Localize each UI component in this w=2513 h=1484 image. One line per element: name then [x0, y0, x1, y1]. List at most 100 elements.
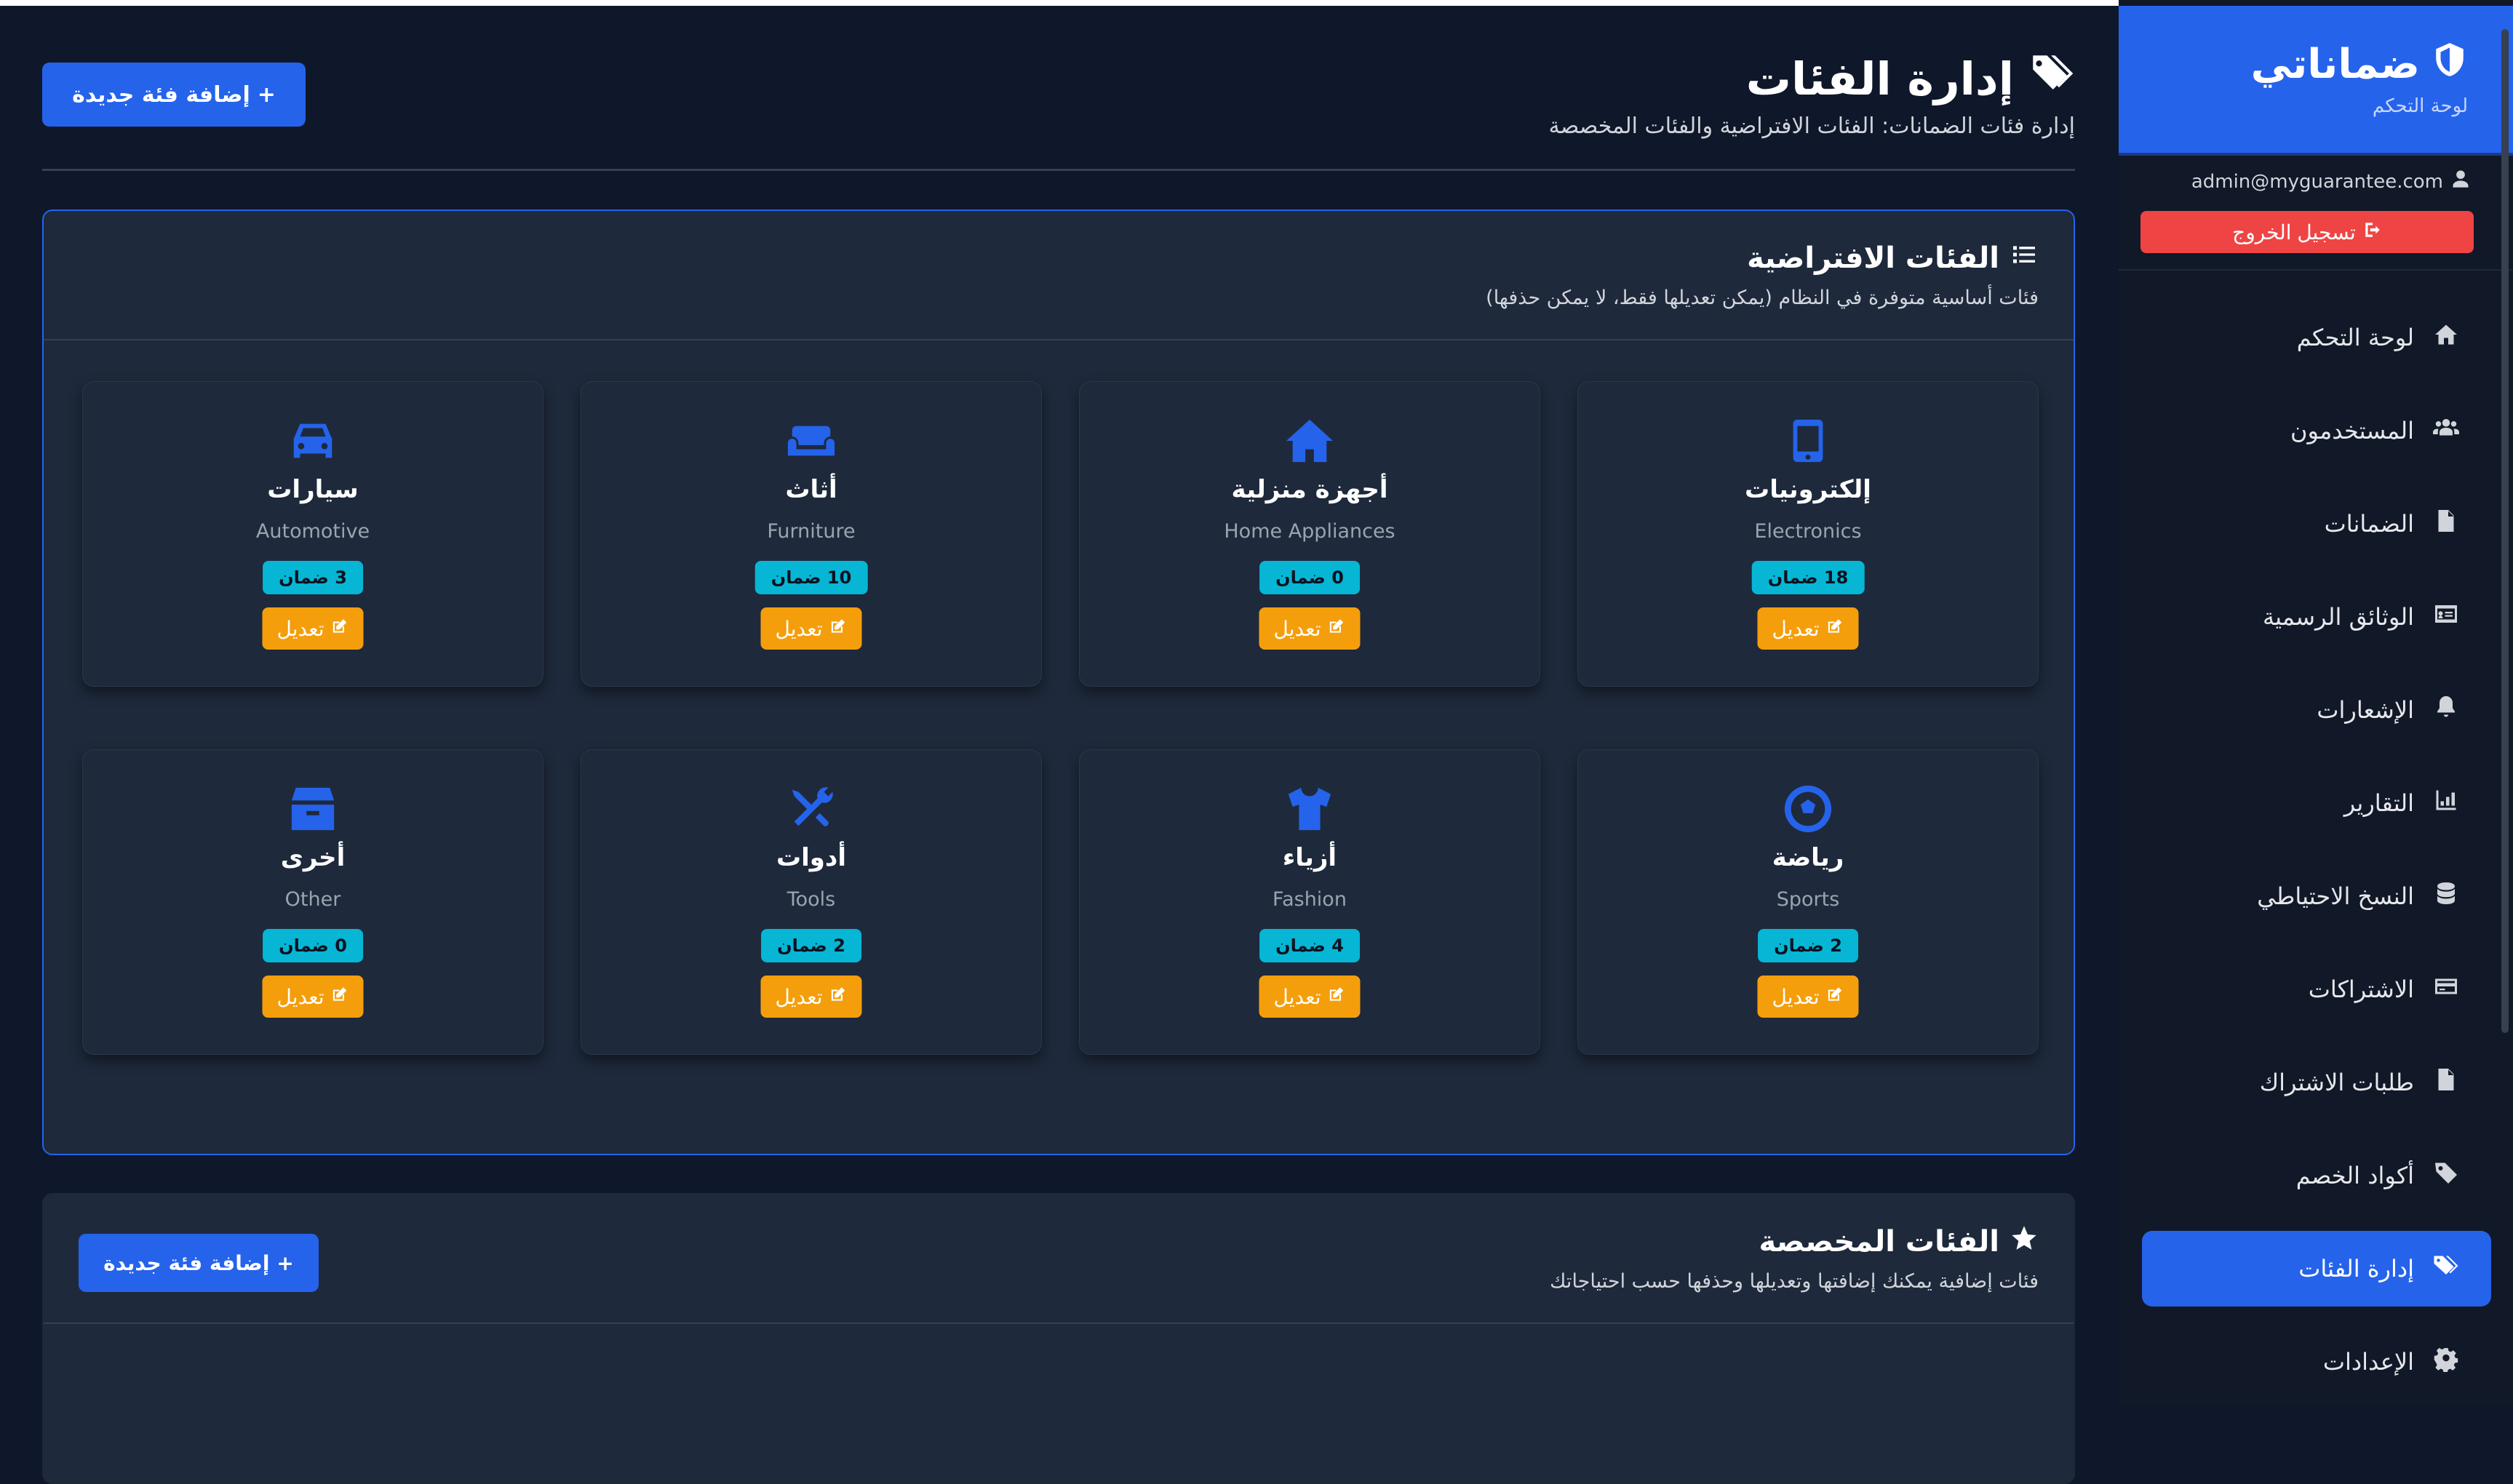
sidebar-scrollbar[interactable] — [2501, 29, 2509, 1033]
warranty-count-badge: 18 ضمان — [1751, 561, 1865, 594]
edit-category-button[interactable]: تعديل — [760, 976, 862, 1018]
custom-categories-panel: الفئات المخصصة فئات إضافية يمكنك إضافتها… — [42, 1193, 2075, 1484]
sidebar-item-settings[interactable]: الإعدادات — [2142, 1324, 2491, 1400]
main-content: إدارة الفئات إدارة فئات الضمانات: الفئات… — [0, 6, 2119, 1484]
category-english-name: Electronics — [1754, 520, 1862, 543]
edit-category-button[interactable]: تعديل — [760, 607, 862, 650]
sidebar-item-notifications[interactable]: الإشعارات — [2142, 672, 2491, 748]
section-title: الفئات المخصصة — [1550, 1224, 2039, 1260]
house-icon — [1284, 415, 1335, 468]
credit-card-icon — [2433, 973, 2459, 1005]
sidebar-brand: ضماناتي لوحة التحكم — [2119, 6, 2513, 156]
page-subtitle: إدارة فئات الضمانات: الفئات الافتراضية و… — [1548, 113, 2075, 139]
edit-icon — [330, 617, 349, 641]
couch-icon — [786, 415, 837, 468]
user-icon — [2450, 169, 2471, 194]
category-card: أزياء Fashion 4 ضمان تعديل — [1079, 749, 1540, 1055]
category-card: أجهزة منزلية Home Appliances 0 ضمان تعدي… — [1079, 381, 1540, 687]
category-name: أدوات — [776, 843, 847, 872]
sidebar-item-dashboard[interactable]: لوحة التحكم — [2142, 300, 2491, 375]
category-name: أخرى — [280, 843, 346, 872]
invoice-icon — [2433, 1066, 2459, 1098]
warranty-count-badge: 10 ضمان — [754, 561, 868, 594]
tags-icon — [2433, 1253, 2459, 1285]
sidebar-item-reports[interactable]: التقارير — [2142, 765, 2491, 841]
tools-icon — [786, 783, 837, 836]
tags-icon — [2027, 49, 2075, 108]
shield-icon — [2432, 41, 2468, 88]
category-english-name: Fashion — [1273, 888, 1347, 911]
add-custom-category-button[interactable]: + إضافة فئة جديدة — [79, 1234, 319, 1292]
category-name: أزياء — [1282, 843, 1337, 872]
shirt-icon — [1284, 783, 1335, 836]
category-card: رياضة Sports 2 ضمان تعديل — [1577, 749, 2039, 1055]
logout-button[interactable]: تسجيل الخروج — [2140, 211, 2474, 253]
edit-category-button[interactable]: تعديل — [1259, 976, 1361, 1018]
category-english-name: Automotive — [255, 520, 370, 543]
sidebar-item-discount-codes[interactable]: أكواد الخصم — [2142, 1138, 2491, 1213]
list-icon — [2010, 240, 2039, 276]
database-icon — [2433, 880, 2459, 912]
category-english-name: Other — [284, 888, 341, 911]
category-name: سيارات — [267, 475, 359, 504]
section-description: فئات أساسية متوفرة في النظام (يمكن تعديل… — [1486, 287, 2039, 309]
edit-category-button[interactable]: تعديل — [1259, 607, 1361, 650]
section-title: الفئات الافتراضية — [1486, 240, 2039, 276]
category-card: أخرى Other 0 ضمان تعديل — [82, 749, 543, 1055]
default-categories-panel: الفئات الافتراضية فئات أساسية متوفرة في … — [42, 210, 2075, 1155]
category-card: أثاث Furniture 10 ضمان تعديل — [581, 381, 1042, 687]
edit-category-button[interactable]: تعديل — [262, 607, 364, 650]
sidebar-item-subscriptions[interactable]: الاشتراكات — [2142, 952, 2491, 1027]
plus-icon: + — [257, 81, 276, 108]
sidebar-item-documents[interactable]: الوثائق الرسمية — [2142, 579, 2491, 655]
edit-icon — [829, 617, 848, 641]
user-info: admin@myguarantee.com — [2191, 169, 2471, 194]
edit-category-button[interactable]: تعديل — [262, 976, 364, 1018]
sidebar-item-backup[interactable]: النسخ الاحتياطي — [2142, 858, 2491, 934]
chart-icon — [2433, 787, 2459, 819]
category-card: إلكترونيات Electronics 18 ضمان تعديل — [1577, 381, 2039, 687]
users-icon — [2433, 415, 2459, 447]
category-name: رياضة — [1772, 843, 1844, 872]
sidebar: ضماناتي لوحة التحكم admin@myguarantee.co… — [2119, 0, 2513, 1405]
warranty-count-badge: 2 ضمان — [761, 929, 861, 962]
warranty-count-badge: 2 ضمان — [1758, 929, 1858, 962]
box-icon — [287, 783, 338, 836]
sidebar-nav: لوحة التحكم المستخدمون الضمانات الوثائق … — [2142, 300, 2491, 1417]
section-description: فئات إضافية يمكنك إضافتها وتعديلها وحذفه… — [1550, 1270, 2039, 1293]
sidebar-item-categories[interactable]: إدارة الفئات — [2142, 1231, 2491, 1307]
tag-icon — [2433, 1160, 2459, 1192]
divider — [42, 169, 2075, 171]
football-icon — [1783, 783, 1833, 836]
star-icon — [2010, 1224, 2039, 1260]
edit-icon — [1327, 985, 1346, 1009]
warranty-count-badge: 0 ضمان — [1259, 561, 1360, 594]
page-title: إدارة الفئات — [1746, 49, 2075, 108]
category-name: إلكترونيات — [1745, 475, 1871, 504]
add-category-button[interactable]: + إضافة فئة جديدة — [42, 63, 306, 127]
category-english-name: Home Appliances — [1224, 520, 1395, 543]
sidebar-item-warranties[interactable]: الضمانات — [2142, 486, 2491, 562]
file-icon — [2433, 508, 2459, 540]
top-edge — [0, 0, 2119, 6]
id-card-icon — [2433, 601, 2459, 633]
plus-icon: + — [276, 1250, 294, 1275]
panel-header: الفئات الافتراضية فئات أساسية متوفرة في … — [1486, 240, 2039, 309]
gear-icon — [2433, 1346, 2459, 1378]
edit-icon — [1825, 985, 1844, 1009]
bell-icon — [2433, 694, 2459, 726]
panel-divider — [44, 339, 2074, 340]
category-english-name: Tools — [786, 888, 836, 911]
edit-category-button[interactable]: تعديل — [1757, 976, 1859, 1018]
edit-icon — [330, 985, 349, 1009]
edit-category-button[interactable]: تعديل — [1757, 607, 1859, 650]
user-email: admin@myguarantee.com — [2191, 170, 2443, 193]
category-card: أدوات Tools 2 ضمان تعديل — [581, 749, 1042, 1055]
edit-icon — [829, 985, 848, 1009]
panel-header: الفئات المخصصة فئات إضافية يمكنك إضافتها… — [1550, 1224, 2039, 1293]
sidebar-item-users[interactable]: المستخدمون — [2142, 393, 2491, 468]
edit-icon — [1825, 617, 1844, 641]
category-card: سيارات Automotive 3 ضمان تعديل — [82, 381, 543, 687]
warranty-count-badge: 0 ضمان — [263, 929, 363, 962]
sidebar-item-subscription-requests[interactable]: طلبات الاشتراك — [2142, 1045, 2491, 1120]
